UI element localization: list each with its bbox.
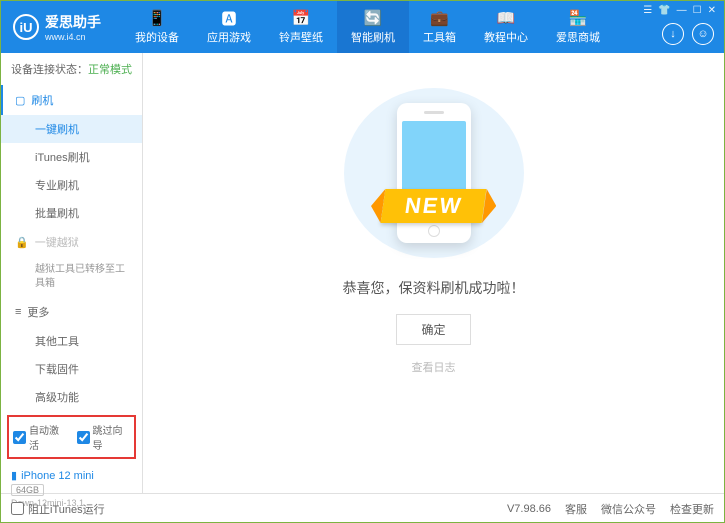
toolbox-icon: 💼 (430, 9, 449, 27)
sidebar-section-jailbreak[interactable]: 🔒一键越狱 (1, 227, 142, 257)
list-icon: ≡ (15, 306, 21, 318)
checkbox-auto-activate[interactable]: 自动激活 (13, 422, 67, 452)
main-nav: 📱我的设备 🅰应用游戏 📅铃声壁纸 🔄智能刷机 💼工具箱 📖教程中心 🏪爱思商城 (121, 1, 614, 53)
nav-toolbox[interactable]: 💼工具箱 (409, 1, 470, 53)
success-message: 恭喜您，保资料刷机成功啦！ (343, 278, 525, 298)
nav-tutorials[interactable]: 📖教程中心 (470, 1, 542, 53)
ok-button[interactable]: 确定 (396, 314, 470, 345)
window-controls: ☰ 👕 — ☐ ✕ (635, 1, 724, 20)
device-icon: ▮ (11, 469, 17, 482)
storage-badge: 64GB (11, 484, 44, 496)
sidebar-item-other[interactable]: 其他工具 (1, 327, 142, 355)
nav-flash[interactable]: 🔄智能刷机 (337, 1, 409, 53)
app-title: 爱思助手 (45, 12, 101, 32)
minimize-icon[interactable]: — (677, 5, 687, 16)
sidebar-item-oneclick[interactable]: 一键刷机 (1, 115, 142, 143)
wechat-link[interactable]: 微信公众号 (601, 501, 656, 517)
nav-store[interactable]: 🏪爱思商城 (542, 1, 614, 53)
title-bar: iU 爱思助手 www.i4.cn 📱我的设备 🅰应用游戏 📅铃声壁纸 🔄智能刷… (1, 1, 724, 53)
download-icon[interactable]: ↓ (662, 23, 684, 45)
header-actions: ↓ ☺ (662, 23, 714, 45)
sidebar-item-itunes[interactable]: iTunes刷机 (1, 143, 142, 171)
apps-icon: 🅰 (221, 9, 236, 27)
sidebar-item-advanced[interactable]: 高级功能 (1, 383, 142, 411)
sidebar-item-batch[interactable]: 批量刷机 (1, 199, 142, 227)
main-content: NEW 恭喜您，保资料刷机成功啦！ 确定 查看日志 (143, 53, 724, 493)
close-icon[interactable]: ✕ (708, 5, 716, 16)
sidebar-item-pro[interactable]: 专业刷机 (1, 171, 142, 199)
app-url: www.i4.cn (45, 32, 101, 42)
phone-icon: 📱 (148, 9, 167, 27)
user-icon[interactable]: ☺ (692, 23, 714, 45)
version-label: V7.98.66 (507, 503, 551, 515)
options-highlight: 自动激活 跳过向导 (7, 415, 136, 459)
nav-my-device[interactable]: 📱我的设备 (121, 1, 193, 53)
wallpaper-icon: 📅 (292, 9, 311, 27)
update-link[interactable]: 检查更新 (670, 501, 714, 517)
nav-ringtones[interactable]: 📅铃声壁纸 (265, 1, 337, 53)
view-log-link[interactable]: 查看日志 (412, 359, 456, 375)
new-banner: NEW (380, 189, 486, 223)
lock-icon: 🔒 (15, 236, 29, 249)
logo: iU 爱思助手 www.i4.cn (1, 12, 113, 42)
menu-icon[interactable]: ☰ (643, 5, 652, 16)
support-link[interactable]: 客服 (565, 501, 587, 517)
checkbox-skip-guide[interactable]: 跳过向导 (77, 422, 131, 452)
sidebar-section-flash[interactable]: ▢刷机 (1, 85, 142, 115)
phone-outline-icon: ▢ (15, 94, 25, 107)
book-icon: 📖 (497, 9, 516, 27)
maximize-icon[interactable]: ☐ (693, 5, 702, 16)
jailbreak-note: 越狱工具已转移至工具箱 (1, 257, 142, 297)
store-icon: 🏪 (569, 9, 588, 27)
logo-icon: iU (13, 14, 39, 40)
skin-icon[interactable]: 👕 (658, 5, 670, 16)
checkbox-block-itunes[interactable]: 阻止iTunes运行 (11, 501, 105, 517)
flash-icon: 🔄 (364, 9, 383, 27)
sidebar-item-download[interactable]: 下载固件 (1, 355, 142, 383)
success-illustration: NEW (344, 88, 524, 258)
nav-apps[interactable]: 🅰应用游戏 (193, 1, 265, 53)
sidebar: 设备连接状态：正常模式 ▢刷机 一键刷机 iTunes刷机 专业刷机 批量刷机 … (1, 53, 143, 493)
sidebar-section-more[interactable]: ≡更多 (1, 297, 142, 327)
connection-status: 设备连接状态：正常模式 (1, 53, 142, 85)
